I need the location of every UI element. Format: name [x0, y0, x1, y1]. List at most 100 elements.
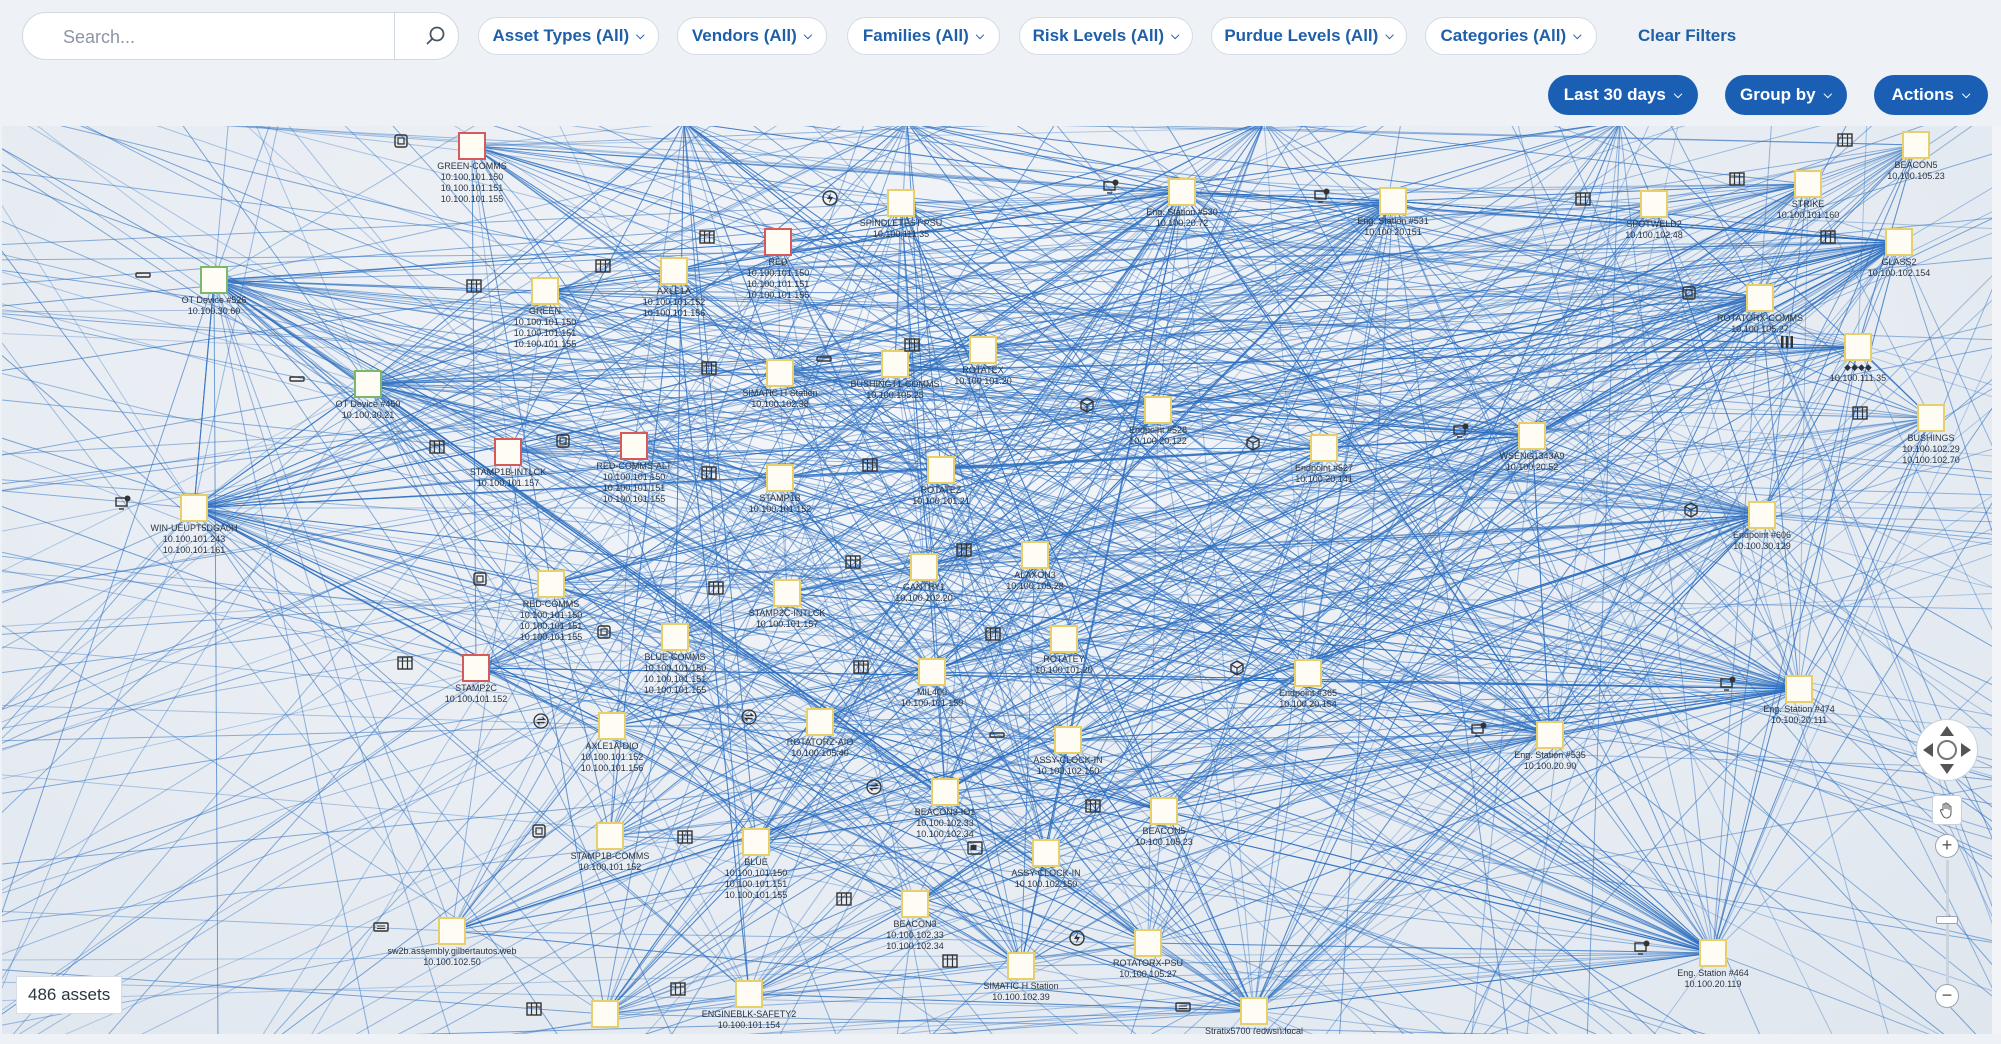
filter-purdue-levels[interactable]: Purdue Levels (All) ⌵: [1211, 17, 1407, 55]
network-node[interactable]: BEACON3 10.100.102.33 10.100.102.34: [835, 890, 995, 951]
timeframe-dropdown[interactable]: Last 30 days ⌵: [1548, 75, 1698, 115]
workstation-icon[interactable]: [1720, 675, 1813, 703]
network-node[interactable]: BLUE 10.100.101.150 10.100.101.151 10.100.1…: [676, 828, 836, 900]
network-node[interactable]: Endpoint #365 10.100.20.154: [1228, 659, 1388, 709]
network-node[interactable]: Endpoint #606 10.100.30.129: [1682, 501, 1842, 551]
network-node[interactable]: ◆◆◆◆ 10.100.111.35: [1778, 333, 1938, 383]
pan-mode-button[interactable]: [1932, 795, 1962, 825]
network-node[interactable]: Eng. Station #464 10.100.20.119: [1633, 939, 1793, 989]
network-node[interactable]: Eng. Station #530 10.100.20.72: [1102, 178, 1262, 228]
network-node[interactable]: AXLE1A-DIO 10.100.101.152 10.100.101.156: [532, 712, 692, 773]
network-node[interactable]: BUSHINGS 10.100.102.29 10.100.102.70: [1851, 404, 1992, 465]
network-node[interactable]: BLUE-COMMS 10.100.101.150 10.100.101.151 10…: [595, 623, 755, 695]
network-node[interactable]: SIMATIC H Station 10.100.102.39: [941, 952, 1101, 1002]
filter-vendors[interactable]: Vendors (All) ⌵: [677, 17, 827, 55]
filter-families[interactable]: Families (All) ⌵: [847, 17, 1000, 55]
plc-icon[interactable]: [845, 553, 938, 581]
power-icon[interactable]: [1069, 929, 1162, 957]
network-node[interactable]: GLASS2 10.100.102.154: [1819, 228, 1979, 278]
endpoint-icon[interactable]: [1246, 434, 1338, 462]
plc-icon[interactable]: [699, 228, 792, 256]
network-node[interactable]: Endpoint #528 10.100.20.122: [1078, 396, 1238, 446]
search-icon[interactable]: [424, 24, 448, 48]
search-input[interactable]: [61, 24, 405, 50]
network-node[interactable]: Eng. Station #531 10.100.20.151: [1313, 187, 1473, 237]
plc-icon[interactable]: [701, 359, 794, 387]
network-node[interactable]: Stratix5700 (edwsi).local: [1174, 997, 1334, 1034]
network-node[interactable]: ROTATEX 10.100.101.20: [903, 336, 1063, 386]
plc-icon[interactable]: [708, 579, 801, 607]
power-icon[interactable]: [822, 189, 915, 217]
search-box[interactable]: [22, 12, 459, 60]
plc-icon[interactable]: [904, 336, 997, 364]
module-icon[interactable]: [473, 570, 565, 598]
io-icon[interactable]: [533, 712, 626, 740]
group-by-dropdown[interactable]: Group by ⌵: [1725, 75, 1847, 115]
plc-icon[interactable]: [942, 952, 1035, 980]
plc-icon[interactable]: [853, 658, 946, 686]
network-node[interactable]: WSENG1343A9 10.100.20.52: [1452, 422, 1612, 472]
network-node[interactable]: STAMP1B-COMMS 10.100.101.152: [530, 822, 690, 872]
actions-dropdown[interactable]: Actions ⌵: [1874, 75, 1988, 115]
network-node[interactable]: STAMP2C 10.100.101.152: [396, 654, 556, 704]
workstation-icon[interactable]: [1634, 939, 1727, 967]
zoom-slider-track[interactable]: [1946, 860, 1949, 990]
plc-icon[interactable]: [985, 625, 1078, 653]
plc-icon[interactable]: [1575, 190, 1668, 218]
network-node[interactable]: ASSY-CLOCK-IN 10.100.102.150: [988, 726, 1148, 776]
network-node[interactable]: BEACON5 10.100.105.23: [1836, 131, 1992, 181]
network-node[interactable]: BEACON3-IO1 10.100.102.33 10.100.102.34: [865, 778, 1025, 839]
switch-icon[interactable]: [373, 917, 466, 945]
module-icon[interactable]: [532, 822, 624, 850]
network-node[interactable]: Eng. Station #474 10.100.20.111: [1719, 675, 1879, 725]
network-node[interactable]: ROTATEZ 10.100.101.21: [861, 456, 1021, 506]
device-icon[interactable]: [989, 726, 1082, 754]
rack-icon[interactable]: [1781, 333, 1872, 361]
filter-categories[interactable]: Categories (All) ⌵: [1425, 17, 1597, 55]
device-icon[interactable]: [135, 266, 228, 294]
network-node[interactable]: [525, 1000, 685, 1028]
plc-icon[interactable]: [1729, 170, 1822, 198]
plc-icon[interactable]: [677, 828, 770, 856]
network-node[interactable]: ROTATORX-COMMS 10.100.105.27: [1680, 284, 1840, 334]
workstation-icon[interactable]: [1314, 187, 1407, 215]
endpoint-icon[interactable]: [1080, 396, 1172, 424]
switch-icon[interactable]: [1175, 997, 1268, 1025]
io-icon[interactable]: [741, 708, 834, 736]
network-map-canvas[interactable]: GREEN-COMMS 10.100.101.150 10.100.101.151 1…: [2, 126, 1992, 1034]
network-node[interactable]: OT Device #450 10.100.30.21: [288, 370, 448, 420]
workstation-icon[interactable]: [115, 494, 208, 522]
filter-asset-types[interactable]: Asset Types (All) ⌵: [478, 17, 659, 55]
network-node[interactable]: RED-COMMS-ALT 10.100.101.150 10.100.101.15…: [554, 432, 714, 504]
network-node[interactable]: ROTATORZ-AIO 10.100.105.40: [740, 708, 900, 758]
network-node[interactable]: ASSY-CLOCK-IN 10.100.102.150: [966, 839, 1126, 889]
network-node[interactable]: ALAXON3 10.100.105.28: [955, 541, 1115, 591]
plc-icon[interactable]: [1837, 131, 1930, 159]
network-node[interactable]: Eng. Station #535 10.100.20.90: [1470, 721, 1630, 771]
endpoint-icon[interactable]: [1684, 501, 1776, 529]
network-node[interactable]: Endpoint #527 10.100.20.141: [1244, 434, 1404, 484]
module-icon[interactable]: [556, 432, 648, 460]
pan-control[interactable]: [1916, 719, 1978, 781]
plc-icon[interactable]: [429, 438, 522, 466]
network-node[interactable]: OT Device #526 10.100.30.60: [134, 266, 294, 316]
plc-icon[interactable]: [526, 1000, 619, 1028]
plc-icon[interactable]: [701, 464, 794, 492]
plc-icon[interactable]: [1852, 404, 1945, 432]
network-node[interactable]: STAMP1B 10.100.101.152: [700, 464, 860, 514]
plc-icon[interactable]: [595, 257, 688, 285]
io-icon[interactable]: [866, 778, 959, 806]
network-node[interactable]: WIN-UEUPT5DGA0H 10.100.101.243 10.100.101.…: [114, 494, 274, 555]
module-icon[interactable]: [1682, 284, 1774, 312]
clear-filters-link[interactable]: Clear Filters: [1638, 26, 1736, 46]
plc-icon[interactable]: [1085, 797, 1178, 825]
network-node[interactable]: SPOTWELD2 10.100.102.48: [1574, 190, 1734, 240]
workstation-icon[interactable]: [1471, 721, 1564, 749]
zoom-out-button[interactable]: −: [1935, 984, 1959, 1008]
plc-icon[interactable]: [466, 277, 559, 305]
network-node[interactable]: MIL400 10.100.101.159: [852, 658, 1012, 708]
endpoint-icon[interactable]: [1230, 659, 1322, 687]
zoom-in-button[interactable]: +: [1935, 834, 1959, 858]
workstation-icon[interactable]: [1453, 422, 1546, 450]
network-node[interactable]: STAMP2C-INTLCK 10.100.101.157: [707, 579, 867, 629]
